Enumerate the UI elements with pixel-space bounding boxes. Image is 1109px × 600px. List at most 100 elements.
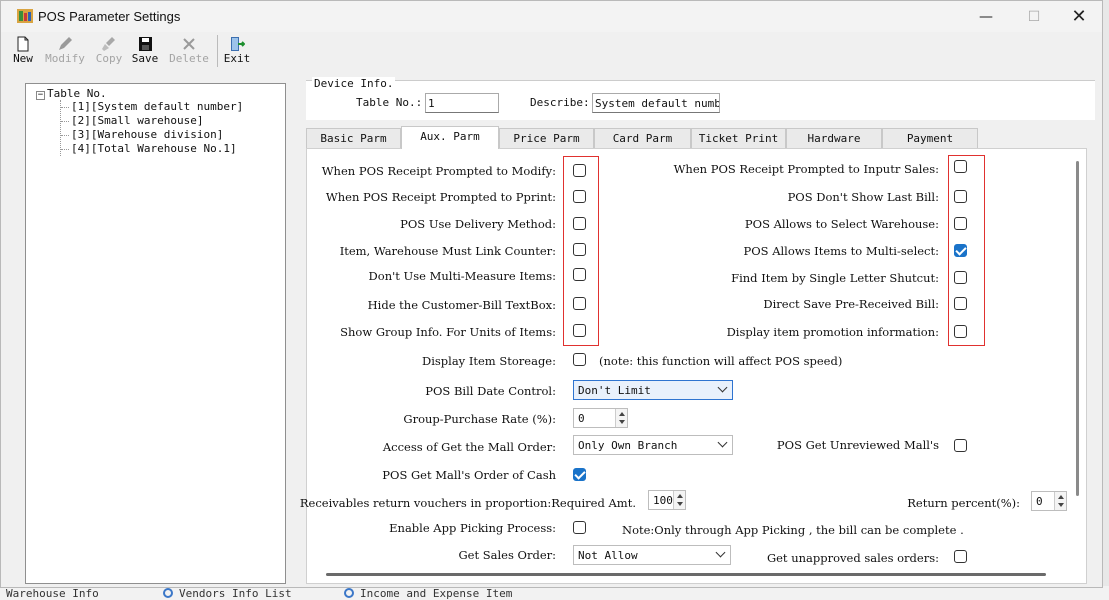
opt-inputr-sales-checkbox[interactable] [954, 160, 967, 173]
opt-pre-received-checkbox[interactable] [954, 297, 967, 310]
search-icon [163, 588, 173, 598]
exit-button[interactable]: Exit [223, 35, 251, 69]
device-info-title: Device Info. [312, 77, 396, 90]
pencil-icon [59, 37, 72, 50]
tree-item[interactable]: [2][Small warehouse] [61, 114, 243, 128]
mall-order-access-label: Access of Get the Mall Order: [382, 440, 556, 454]
spinner-arrows[interactable] [1054, 492, 1066, 510]
tree-item[interactable]: [4][Total Warehouse No.1] [61, 142, 243, 156]
opt-promotion-info-checkbox[interactable] [954, 325, 967, 338]
unapproved-sales-label: Get unapproved sales orders: [766, 551, 939, 565]
opt-multi-measure-checkbox[interactable] [573, 268, 586, 281]
tab-ticket-print[interactable]: Ticket Print [691, 128, 786, 148]
opt-last-bill-checkbox[interactable] [954, 190, 967, 203]
tree-item[interactable]: [3][Warehouse division] [61, 128, 243, 142]
opt-group-info-label: Show Group Info. For Units of Items: [340, 325, 556, 339]
copy-button[interactable]: Copy [95, 35, 123, 69]
arrow-down-icon[interactable] [1058, 503, 1064, 507]
display-storage-checkbox[interactable] [573, 353, 586, 366]
unreviewed-mall-label: POS Get Unreviewed Mall's [776, 438, 939, 452]
mall-order-cash-checkbox[interactable] [573, 468, 586, 481]
describe-label: Describe: [530, 96, 590, 109]
opt-inputr-sales-label: When POS Receipt Prompted to Inputr Sale… [673, 162, 939, 176]
opt-pre-received-label: Direct Save Pre-Received Bill: [763, 297, 939, 311]
describe-field[interactable]: System default number [592, 93, 720, 113]
maximize-button[interactable]: ☐ [1011, 5, 1057, 29]
table-no-field[interactable]: 1 [425, 93, 499, 113]
arrow-down-icon[interactable] [619, 420, 625, 424]
opt-prompt-modify-label: When POS Receipt Prompted to Modify: [321, 164, 556, 178]
display-storage-label: Display Item Storeage: [421, 354, 556, 368]
group-purchase-rate-label: Group-Purchase Rate (%): [403, 412, 556, 426]
title-bar: POS Parameter Settings — ☐ ✕ [1, 1, 1102, 32]
tab-strip: Basic Parm Aux. Parm Price Parm Card Par… [306, 126, 1096, 149]
opt-letter-shortcut-label: Find Item by Single Letter Shutcut: [731, 271, 939, 285]
arrow-up-icon[interactable] [619, 412, 625, 416]
app-picking-checkbox[interactable] [573, 521, 586, 534]
tab-payment[interactable]: Payment [882, 128, 978, 148]
opt-delivery-method-checkbox[interactable] [573, 217, 586, 230]
opt-prompt-print-checkbox[interactable] [573, 190, 586, 203]
toolbar: New Modify Copy Save Delete Exit [9, 33, 251, 69]
opt-select-warehouse-label: POS Allows to Select Warehouse: [744, 217, 939, 231]
tab-price-parm[interactable]: Price Parm [499, 128, 594, 148]
tree-items: [1][System default number] [2][Small war… [60, 100, 243, 156]
opt-select-warehouse-checkbox[interactable] [954, 217, 967, 230]
close-button[interactable]: ✕ [1056, 5, 1102, 29]
bg-item-income: Income and Expense Item [344, 587, 512, 600]
save-button[interactable]: Save [130, 35, 160, 69]
tab-basic-parm[interactable]: Basic Parm [306, 128, 401, 148]
collapse-icon[interactable]: − [36, 91, 45, 100]
app-icon [17, 9, 33, 23]
broom-icon [102, 37, 115, 51]
opt-letter-shortcut-checkbox[interactable] [954, 271, 967, 284]
opt-multi-measure-label: Don't Use Multi-Measure Items: [368, 269, 556, 283]
bill-date-control-select[interactable]: Don't Limit [573, 380, 733, 400]
horizontal-scrollbar[interactable] [326, 573, 1046, 576]
opt-multi-select-checkbox[interactable] [954, 244, 967, 257]
arrow-up-icon[interactable] [1058, 495, 1064, 499]
opt-hide-bill-textbox-label: Hide the Customer-Bill TextBox: [367, 298, 556, 312]
new-button[interactable]: New [9, 35, 37, 69]
modify-button[interactable]: Modify [43, 35, 87, 69]
background-window-strip: Warehouse Info Vendors Info List Income … [0, 586, 1109, 600]
opt-prompt-modify-checkbox[interactable] [573, 164, 586, 177]
bg-item-warehouse-info: Warehouse Info [6, 587, 99, 600]
opt-link-counter-label: Item, Warehouse Must Link Counter: [339, 244, 556, 258]
unreviewed-mall-checkbox[interactable] [954, 439, 967, 452]
app-picking-label: Enable App Picking Process: [389, 521, 556, 535]
tab-card-parm[interactable]: Card Parm [594, 128, 691, 148]
search-icon [344, 588, 354, 598]
unapproved-sales-checkbox[interactable] [954, 550, 967, 563]
spinner-arrows[interactable] [673, 491, 685, 509]
bill-date-control-label: POS Bill Date Control: [425, 384, 556, 398]
opt-link-counter-checkbox[interactable] [573, 243, 586, 256]
receivables-amount-spinner[interactable]: 100 [648, 490, 686, 510]
mall-order-cash-label: POS Get Mall's Order of Cash [382, 468, 556, 482]
table-no-label: Table No.: [356, 96, 423, 109]
mall-order-access-select[interactable]: Only Own Branch [573, 435, 733, 455]
chevron-down-icon [717, 382, 728, 393]
exit-door-icon [231, 37, 245, 51]
chevron-down-icon [715, 547, 726, 558]
tab-hardware[interactable]: Hardware [786, 128, 882, 148]
new-document-icon [17, 36, 29, 52]
return-percent-spinner[interactable]: 0 [1031, 491, 1067, 511]
window-title: POS Parameter Settings [38, 9, 181, 24]
receivables-label: Receivables return vouchers in proportio… [299, 496, 636, 510]
delete-button[interactable]: Delete [169, 35, 209, 69]
tab-aux-parm[interactable]: Aux. Parm [401, 126, 499, 149]
tree-item[interactable]: [1][System default number] [61, 100, 243, 114]
opt-last-bill-label: POS Don't Show Last Bill: [787, 190, 939, 204]
opt-group-info-checkbox[interactable] [573, 324, 586, 337]
arrow-up-icon[interactable] [677, 494, 683, 498]
opt-hide-bill-textbox-checkbox[interactable] [573, 297, 586, 310]
sales-order-select[interactable]: Not Allow [573, 545, 731, 565]
group-purchase-rate-spinner[interactable]: 0 [573, 408, 628, 428]
vertical-scrollbar[interactable] [1076, 161, 1079, 496]
minimize-button[interactable]: — [963, 5, 1009, 29]
display-storage-note: (note: this function will affect POS spe… [599, 354, 843, 368]
spinner-arrows[interactable] [615, 409, 627, 427]
arrow-down-icon[interactable] [677, 502, 683, 506]
tree-root[interactable]: − Table No. [36, 87, 107, 100]
